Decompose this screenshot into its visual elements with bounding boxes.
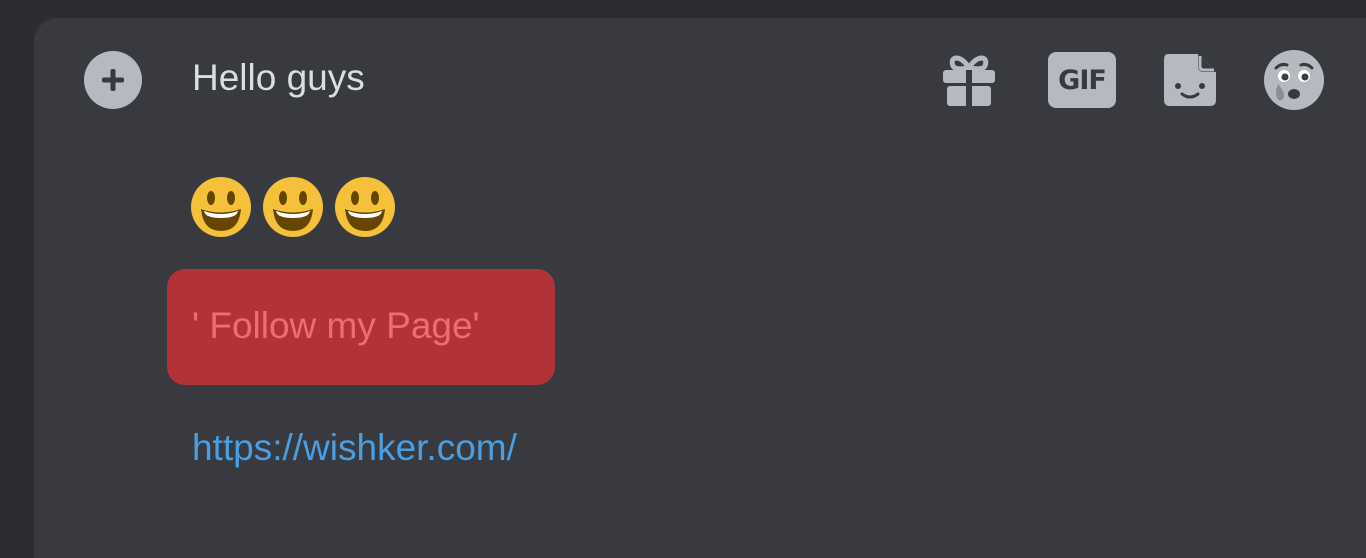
message-composer[interactable]: Hello guys ' Follow my Page' https://wis… <box>34 18 1366 558</box>
emoji-picker-button[interactable] <box>1260 48 1328 112</box>
gif-label: GIF <box>1048 52 1116 108</box>
grinning-face-emoji-icon <box>335 177 395 237</box>
gift-icon <box>943 55 995 106</box>
message-link[interactable]: https://wishker.com/ <box>192 426 517 470</box>
highlighted-text-block[interactable]: ' Follow my Page' <box>167 269 555 385</box>
grinning-face-emoji-icon <box>263 177 323 237</box>
composer-toolbar: GIF <box>34 48 1366 112</box>
highlighted-text: ' Follow my Page' <box>192 305 480 346</box>
gif-button[interactable]: GIF <box>1047 48 1117 112</box>
emoji-face-icon <box>1264 50 1324 110</box>
sticker-button[interactable] <box>1158 48 1222 112</box>
grinning-face-emoji-icon <box>191 177 251 237</box>
emoji-row <box>190 176 396 237</box>
gift-button[interactable] <box>934 48 1004 112</box>
sticker-icon <box>1164 54 1216 106</box>
